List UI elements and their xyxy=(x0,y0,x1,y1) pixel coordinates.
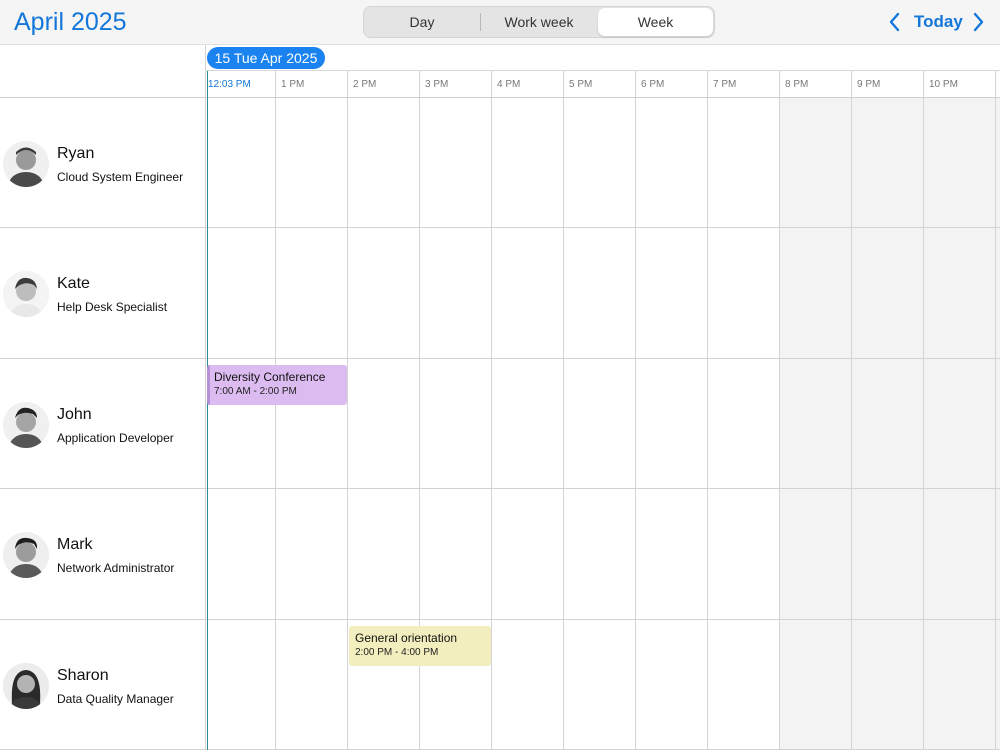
hour-gridline xyxy=(779,71,780,750)
avatar xyxy=(3,663,49,709)
resource-name: Mark xyxy=(57,536,93,553)
date-row-divider xyxy=(205,70,1000,71)
person-avatar-icon xyxy=(3,271,49,317)
hour-gridline xyxy=(275,71,276,750)
event-time: 2:00 PM - 4:00 PM xyxy=(355,647,439,658)
hour-gridline xyxy=(923,71,924,750)
resource-name: Sharon xyxy=(57,667,109,684)
view-switcher: Day Work week Week xyxy=(363,6,715,38)
current-time-indicator xyxy=(207,71,208,750)
resource-role: Network Administrator xyxy=(57,561,175,575)
event-diversity-conference[interactable]: Diversity Conference 7:00 AM - 2:00 PM xyxy=(207,365,347,405)
event-title: General orientation xyxy=(355,631,458,645)
avatar xyxy=(3,271,49,317)
view-work-week-button[interactable]: Work week xyxy=(482,8,596,36)
date-pill[interactable]: 15 Tue Apr 2025 xyxy=(207,47,325,69)
person-avatar-icon xyxy=(3,663,49,709)
prev-button[interactable] xyxy=(884,10,906,34)
event-time: 7:00 AM - 2:00 PM xyxy=(214,386,297,397)
time-label: 6 PM xyxy=(641,79,665,90)
time-label: 3 PM xyxy=(425,79,449,90)
resource-role: Data Quality Manager xyxy=(57,692,174,706)
person-avatar-icon xyxy=(3,141,49,187)
sidebar-divider xyxy=(205,45,206,750)
next-button[interactable] xyxy=(967,10,989,34)
time-label: 1 PM xyxy=(281,79,305,90)
person-avatar-icon xyxy=(3,402,49,448)
resource-role: Help Desk Specialist xyxy=(57,300,168,314)
resource-role: Application Developer xyxy=(57,431,174,445)
time-label: 4 PM xyxy=(497,79,521,90)
hour-gridline xyxy=(563,71,564,750)
resource-name: Ryan xyxy=(57,145,95,162)
avatar xyxy=(3,532,49,578)
chevron-right-icon xyxy=(973,12,984,32)
view-day-button[interactable]: Day xyxy=(366,8,478,36)
off-hours-shading xyxy=(780,98,1000,750)
time-label: 2 PM xyxy=(353,79,377,90)
resource-row-kate[interactable]: Kate Help Desk Specialist xyxy=(0,228,205,358)
resource-role: Cloud System Engineer xyxy=(57,170,184,184)
view-separator xyxy=(480,13,481,31)
person-avatar-icon xyxy=(3,532,49,578)
time-label-now: 12:03 PM xyxy=(208,79,251,90)
hour-gridline xyxy=(995,71,996,750)
month-title[interactable]: April 2025 xyxy=(14,8,127,37)
today-button[interactable]: Today xyxy=(914,12,963,32)
hour-gridline xyxy=(635,71,636,750)
time-label: 5 PM xyxy=(569,79,593,90)
time-label: 7 PM xyxy=(713,79,737,90)
event-title: Diversity Conference xyxy=(214,370,326,384)
hour-gridline xyxy=(347,71,348,750)
avatar xyxy=(3,402,49,448)
chevron-left-icon xyxy=(889,12,900,32)
event-general-orientation[interactable]: General orientation 2:00 PM - 4:00 PM xyxy=(349,626,491,666)
resource-row-sharon[interactable]: Sharon Data Quality Manager xyxy=(0,620,205,750)
resource-name: Kate xyxy=(57,275,90,292)
schedule-grid[interactable] xyxy=(205,98,1000,750)
hour-gridline xyxy=(707,71,708,750)
time-label: 8 PM xyxy=(785,79,809,90)
resource-row-ryan[interactable]: Ryan Cloud System Engineer xyxy=(0,98,205,228)
hour-gridline xyxy=(491,71,492,750)
time-label: 9 PM xyxy=(857,79,881,90)
hour-gridline xyxy=(851,71,852,750)
resource-row-mark[interactable]: Mark Network Administrator xyxy=(0,489,205,619)
resource-row-john[interactable]: John Application Developer xyxy=(0,359,205,489)
time-label: 10 PM xyxy=(929,79,958,90)
calendar-header: April 2025 Day Work week Week Today xyxy=(0,0,1000,45)
avatar xyxy=(3,141,49,187)
view-week-button[interactable]: Week xyxy=(598,8,713,36)
resource-name: John xyxy=(57,406,92,423)
